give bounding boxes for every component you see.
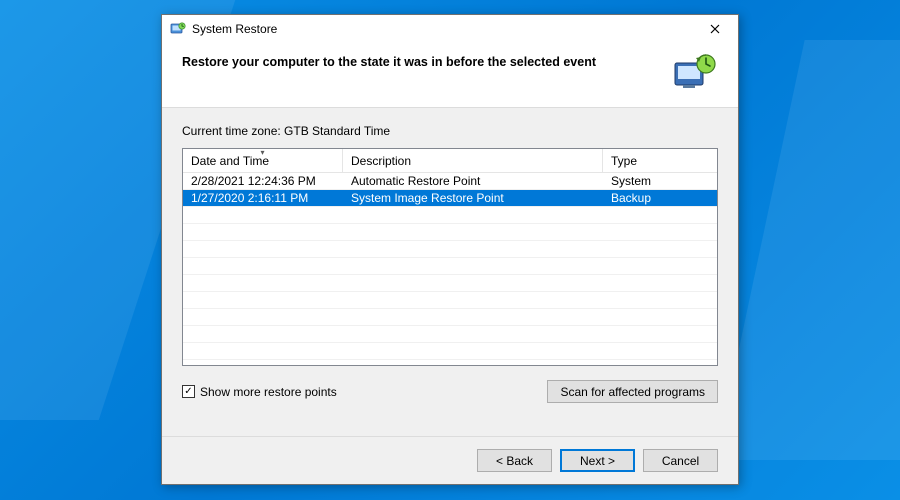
dialog-content: Current time zone: GTB Standard Time Dat…: [162, 108, 738, 436]
column-header-type[interactable]: Type: [603, 149, 717, 172]
cell-type: Backup: [603, 191, 717, 205]
restore-big-icon: [672, 53, 718, 93]
titlebar: System Restore: [162, 15, 738, 43]
empty-row: [183, 343, 717, 360]
column-label: Date and Time: [191, 154, 269, 168]
timezone-label: Current time zone: GTB Standard Time: [182, 124, 718, 138]
table-body: 2/28/2021 12:24:36 PMAutomatic Restore P…: [183, 173, 717, 365]
cell-type: System: [603, 174, 717, 188]
table-row[interactable]: 1/27/2020 2:16:11 PMSystem Image Restore…: [183, 190, 717, 207]
empty-row: [183, 258, 717, 275]
empty-row: [183, 326, 717, 343]
back-button[interactable]: < Back: [477, 449, 552, 472]
next-button[interactable]: Next >: [560, 449, 635, 472]
close-icon: [710, 24, 720, 34]
below-table-row: ✓ Show more restore points Scan for affe…: [182, 380, 718, 403]
cell-date-time: 1/27/2020 2:16:11 PM: [183, 191, 343, 205]
scan-affected-programs-button[interactable]: Scan for affected programs: [547, 380, 718, 403]
restore-points-table: Date and Time ▾ Description Type 2/28/20…: [182, 148, 718, 366]
page-heading: Restore your computer to the state it wa…: [182, 53, 656, 69]
empty-row: [183, 241, 717, 258]
window-title: System Restore: [192, 22, 698, 36]
cancel-button[interactable]: Cancel: [643, 449, 718, 472]
empty-row: [183, 224, 717, 241]
close-button[interactable]: [698, 18, 732, 40]
empty-row: [183, 275, 717, 292]
column-header-description[interactable]: Description: [343, 149, 603, 172]
empty-row: [183, 309, 717, 326]
column-header-date-time[interactable]: Date and Time ▾: [183, 149, 343, 172]
checkmark-icon: ✓: [184, 387, 192, 397]
dialog-header: Restore your computer to the state it wa…: [162, 43, 738, 108]
column-label: Type: [611, 154, 637, 168]
sort-descending-icon: ▾: [260, 148, 264, 157]
cell-description: Automatic Restore Point: [343, 174, 603, 188]
cell-date-time: 2/28/2021 12:24:36 PM: [183, 174, 343, 188]
dialog-footer: < Back Next > Cancel: [162, 436, 738, 484]
empty-row: [183, 292, 717, 309]
table-row[interactable]: 2/28/2021 12:24:36 PMAutomatic Restore P…: [183, 173, 717, 190]
empty-row: [183, 207, 717, 224]
cell-description: System Image Restore Point: [343, 191, 603, 205]
system-restore-dialog: System Restore Restore your computer to …: [161, 14, 739, 485]
checkbox-box: ✓: [182, 385, 195, 398]
system-restore-icon: [170, 21, 186, 37]
checkbox-label: Show more restore points: [200, 385, 337, 399]
table-header: Date and Time ▾ Description Type: [183, 149, 717, 173]
show-more-checkbox[interactable]: ✓ Show more restore points: [182, 385, 337, 399]
column-label: Description: [351, 154, 411, 168]
